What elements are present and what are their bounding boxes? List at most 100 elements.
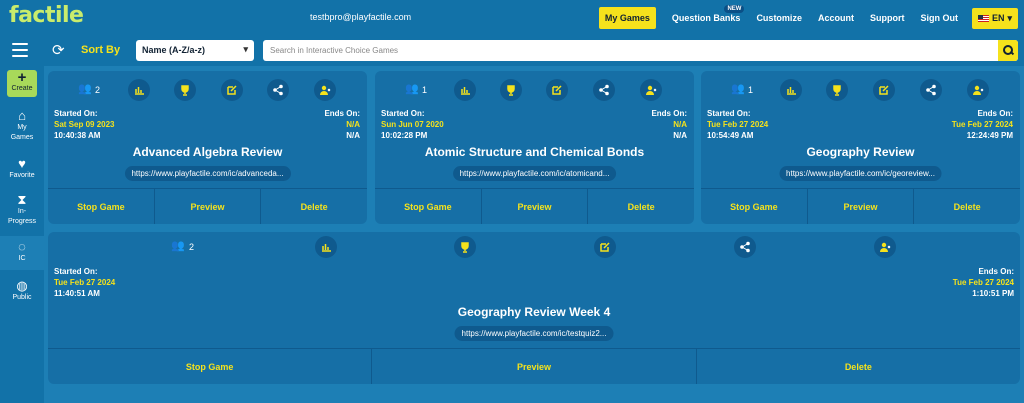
nav-question-banks[interactable]: Question Banks NEW	[671, 5, 745, 23]
stop-game-button[interactable]: Stop Game	[48, 189, 154, 224]
players-icon: 👥	[731, 83, 745, 95]
stop-game-button[interactable]: Stop Game	[701, 189, 807, 224]
remove-player-icon[interactable]	[314, 79, 336, 101]
report-icon[interactable]	[454, 79, 476, 101]
main-nav: My Games Question Banks NEW Customize Acc…	[598, 5, 1018, 29]
start-info: Started On: Tue Feb 27 2024 10:54:49 AM	[707, 108, 768, 141]
started-label: Started On:	[381, 109, 425, 118]
start-time: 11:40:51 AM	[54, 289, 100, 298]
players-icon: 👥	[171, 240, 185, 252]
ic-icon: ◌	[18, 239, 26, 254]
game-title: Geography Review Week 4	[457, 305, 611, 319]
start-time: 10:54:49 AM	[707, 131, 754, 140]
report-icon[interactable]	[128, 79, 150, 101]
edit-icon[interactable]	[594, 236, 616, 258]
player-count: 1	[422, 85, 428, 95]
game-title: Atomic Structure and Chemical Bonds	[424, 145, 645, 159]
stop-game-button[interactable]: Stop Game	[48, 349, 371, 384]
remove-player-icon[interactable]	[640, 79, 662, 101]
report-icon[interactable]	[780, 79, 802, 101]
sidebar-item-label: Public	[12, 294, 32, 301]
nav-question-banks-label: Question Banks	[671, 13, 741, 23]
preview-button[interactable]: Preview	[371, 349, 695, 384]
nav-customize[interactable]: Customize	[756, 13, 802, 23]
preview-button[interactable]: Preview	[153, 189, 261, 224]
players-icon: 👥	[405, 83, 419, 95]
share-icon[interactable]	[267, 79, 289, 101]
end-date: Tue Feb 27 2024	[952, 278, 1014, 287]
report-icon[interactable]	[315, 236, 337, 258]
end-info: Ends On: Tue Feb 27 2024 12:24:49 PM	[952, 108, 1013, 141]
search-input[interactable]: Search in Interactive Choice Games	[263, 40, 1018, 61]
create-button[interactable]: + Create	[7, 70, 37, 97]
heart-icon: ♥	[18, 156, 26, 171]
start-date: Tue Feb 27 2024	[54, 278, 116, 287]
search-icon[interactable]	[998, 40, 1018, 61]
sidebar-item-my-games[interactable]: ⌂ My Games	[0, 108, 44, 143]
nav-sign-out[interactable]: Sign Out	[920, 13, 958, 23]
delete-button[interactable]: Delete	[260, 189, 367, 224]
game-url[interactable]: https://www.playfactile.com/ic/atomicand…	[452, 166, 617, 181]
trophy-icon[interactable]	[500, 79, 522, 101]
start-info: Started On: Sat Sep 09 2023 10:40:38 AM	[54, 108, 114, 141]
trophy-icon[interactable]	[174, 79, 196, 101]
nav-support[interactable]: Support	[870, 13, 905, 23]
chevron-down-icon: ▾	[1007, 12, 1012, 23]
preview-button[interactable]: Preview	[480, 189, 588, 224]
user-email: testbpro@playfactile.com	[310, 12, 412, 22]
factile-logo[interactable]: factile	[9, 3, 84, 28]
sidebar-item-label: Favorite	[9, 172, 35, 179]
edit-icon[interactable]	[873, 79, 895, 101]
refresh-icon[interactable]: ⟳	[52, 41, 65, 59]
sidebar-item-in-progress[interactable]: ⧗ In- Progress	[0, 192, 44, 227]
nav-account[interactable]: Account	[818, 13, 854, 23]
nav-my-games[interactable]: My Games	[598, 7, 656, 29]
remove-player-icon[interactable]	[874, 236, 896, 258]
remove-player-icon[interactable]	[967, 79, 989, 101]
game-url[interactable]: https://www.playfactile.com/ic/testquiz2…	[454, 326, 614, 341]
end-time: 12:24:49 PM	[966, 131, 1013, 140]
game-url[interactable]: https://www.playfactile.com/ic/georeview…	[779, 166, 942, 181]
sort-select[interactable]: Name (A-Z/a-z) ▾	[136, 40, 254, 61]
card-actions: Stop Game Preview Delete	[375, 188, 694, 224]
sidebar-item-ic[interactable]: ◌ IC	[0, 236, 44, 270]
preview-button[interactable]: Preview	[806, 189, 914, 224]
delete-button[interactable]: Delete	[587, 189, 694, 224]
players-icon: 👥	[78, 83, 92, 95]
share-icon[interactable]	[920, 79, 942, 101]
sidebar-item-label: My Games	[10, 124, 34, 141]
started-label: Started On:	[54, 267, 98, 276]
card-actions: Stop Game Preview Delete	[701, 188, 1020, 224]
stop-game-button[interactable]: Stop Game	[375, 189, 481, 224]
share-icon[interactable]	[734, 236, 756, 258]
start-date: Sat Sep 09 2023	[54, 120, 115, 129]
game-url[interactable]: https://www.playfactile.com/ic/advanceda…	[124, 166, 291, 181]
sort-by-label: Sort By	[81, 44, 121, 56]
globe-icon: ◍	[16, 278, 28, 293]
trophy-icon[interactable]	[826, 79, 848, 101]
create-label: Create	[11, 85, 33, 92]
language-select[interactable]: EN ▾	[971, 7, 1018, 29]
plus-icon: +	[17, 69, 27, 86]
player-count: 2	[189, 242, 195, 252]
end-info: Ends On: N/A N/A	[324, 108, 360, 141]
new-badge: NEW	[724, 5, 745, 13]
game-title: Geography Review	[806, 145, 915, 159]
game-title: Advanced Algebra Review	[132, 145, 283, 159]
ends-label: Ends On:	[978, 267, 1014, 276]
edit-icon[interactable]	[546, 79, 568, 101]
delete-button[interactable]: Delete	[695, 349, 1020, 384]
edit-icon[interactable]	[221, 79, 243, 101]
start-date: Sun Jun 07 2020	[381, 120, 444, 129]
delete-button[interactable]: Delete	[913, 189, 1020, 224]
share-icon[interactable]	[593, 79, 615, 101]
sidebar-item-favorite[interactable]: ♥ Favorite	[0, 156, 44, 181]
trophy-icon[interactable]	[454, 236, 476, 258]
start-info: Started On: Sun Jun 07 2020 10:02:28 PM	[381, 108, 444, 141]
menu-icon[interactable]	[12, 43, 28, 57]
player-count: 2	[95, 85, 101, 95]
language-label: EN	[991, 13, 1005, 23]
start-date: Tue Feb 27 2024	[707, 120, 769, 129]
sidebar-item-public[interactable]: ◍ Public	[0, 278, 44, 303]
end-date: N/A	[346, 120, 360, 129]
